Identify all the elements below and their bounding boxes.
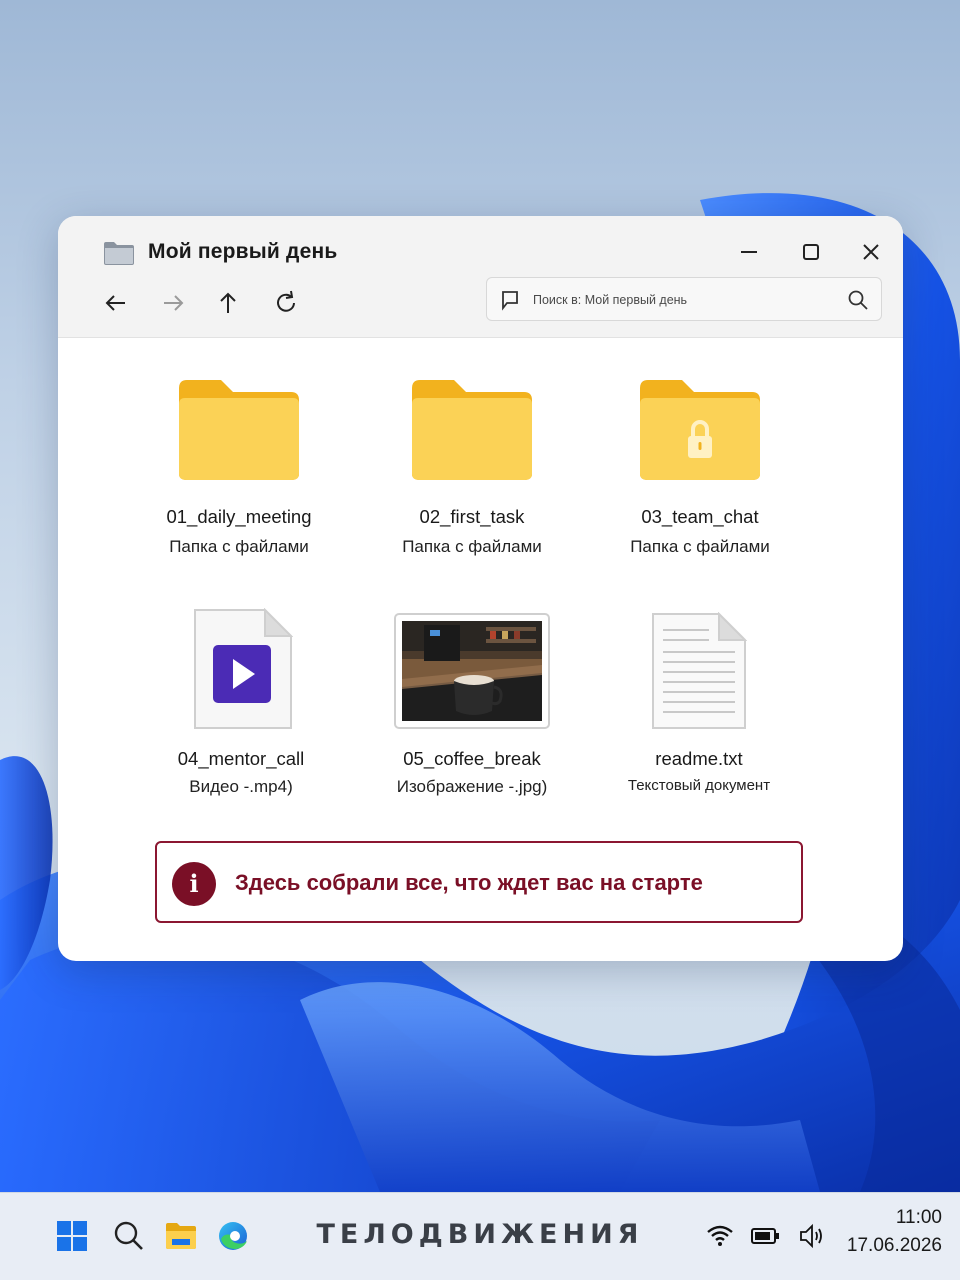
clock-date[interactable]: 17.06.2026	[830, 1235, 942, 1257]
folder-icon	[103, 240, 135, 266]
file-name: 05_coffee_break	[403, 748, 541, 769]
text-file-icon	[652, 612, 747, 729]
search-icon[interactable]	[847, 289, 869, 311]
refresh-icon	[277, 290, 295, 312]
clock-time[interactable]: 11:00	[850, 1207, 942, 1229]
file-item-05-coffee-break[interactable]: 05_coffee_break Изображение -.jpg)	[362, 613, 582, 803]
battery-button[interactable]	[750, 1221, 780, 1251]
up-button[interactable]	[211, 286, 245, 320]
back-button[interactable]	[99, 286, 133, 320]
wifi-icon	[707, 1225, 733, 1246]
file-type: Текстовый документ	[627, 777, 771, 794]
video-file-icon	[194, 608, 293, 729]
volume-button[interactable]	[798, 1221, 828, 1251]
file-name: readme.txt	[655, 748, 743, 769]
window-title: Мой первый день	[148, 240, 338, 263]
file-type: Изображение -.jpg)	[396, 777, 548, 796]
file-explorer-icon	[166, 1223, 196, 1249]
arrow-left-icon	[105, 295, 125, 311]
file-name: 02_first_task	[419, 506, 525, 527]
search-input[interactable]	[533, 287, 833, 313]
file-explorer-window: Мой первый день Поиск в: Мой первый день…	[58, 216, 903, 961]
close-icon	[863, 244, 879, 260]
maximize-icon	[803, 244, 819, 260]
file-type: Папка с файлами	[402, 537, 542, 556]
forward-button[interactable]	[156, 286, 190, 320]
info-icon: i	[172, 862, 216, 906]
close-button[interactable]	[851, 234, 891, 270]
file-item-02-first-task[interactable]: 02_first_task Папка с файлами	[362, 376, 582, 566]
maximize-button[interactable]	[791, 234, 831, 270]
info-banner-text: Здесь собрали все, что ждет вас на старт…	[235, 870, 703, 895]
info-banner: i Здесь собрали все, что ждет вас на ста…	[155, 841, 803, 923]
image-thumbnail-icon	[394, 613, 550, 729]
file-name: 01_daily_meeting	[166, 506, 312, 527]
windows-logo-icon	[57, 1221, 87, 1251]
edge-browser-button[interactable]	[216, 1219, 250, 1253]
file-item-readme-txt[interactable]: readme.txt Текстовый документ	[589, 612, 809, 802]
brand-logo-text: ТЕЛОДВИЖЕНИЯ	[316, 1219, 644, 1250]
volume-icon	[800, 1223, 822, 1249]
file-name: 03_team_chat	[641, 506, 759, 527]
refresh-button[interactable]	[269, 286, 303, 320]
locked-folder-icon	[640, 380, 760, 480]
start-button[interactable]	[55, 1219, 89, 1253]
file-type: Видео -.mp4)	[189, 777, 293, 796]
arrow-right-icon	[164, 295, 184, 311]
taskbar: ТЕЛОДВИЖЕНИЯ 11:00 17.06.2026	[0, 1192, 960, 1280]
file-item-04-mentor-call[interactable]: 04_mentor_call Видео -.mp4)	[131, 608, 351, 798]
battery-icon	[751, 1228, 779, 1244]
folder-icon	[179, 380, 299, 480]
title-bar: Мой первый день	[58, 216, 903, 338]
file-item-03-team-chat[interactable]: 03_team_chat Папка с файлами	[590, 376, 810, 566]
search-icon	[114, 1221, 143, 1250]
file-explorer-button[interactable]	[164, 1219, 198, 1253]
search-scope-icon	[499, 289, 521, 311]
minimize-button[interactable]	[729, 234, 769, 270]
file-type: Папка с файлами	[169, 537, 309, 556]
file-type: Папка с файлами	[630, 537, 770, 556]
wifi-button[interactable]	[705, 1221, 735, 1251]
file-name: 04_mentor_call	[177, 748, 305, 769]
folder-icon	[412, 380, 532, 480]
arrow-up-icon	[220, 292, 236, 313]
taskbar-search-button[interactable]	[112, 1219, 146, 1253]
file-item-01-daily-meeting[interactable]: 01_daily_meeting Папка с файлами	[129, 376, 349, 566]
search-bar[interactable]	[486, 277, 882, 321]
edge-browser-icon	[219, 1222, 247, 1250]
minimize-icon	[741, 251, 757, 253]
